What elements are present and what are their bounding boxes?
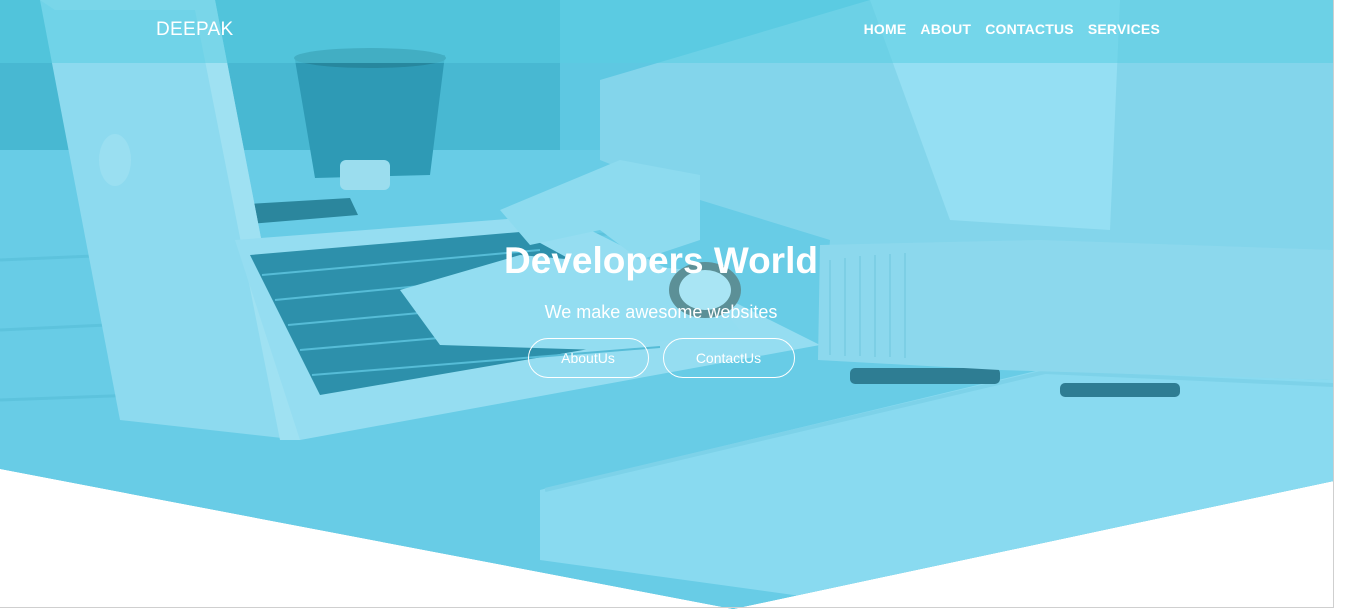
page: DEEPAK HOME ABOUT CONTACTUS SERVICES Dev… (0, 0, 1360, 609)
contact-us-button[interactable]: ContactUs (662, 338, 795, 378)
brand-logo[interactable]: DEEPAK (156, 19, 233, 41)
hero-buttons: AboutUs ContactUs (0, 338, 1322, 378)
about-us-button[interactable]: AboutUs (527, 338, 649, 378)
nav-links: HOME ABOUT CONTACTUS SERVICES (864, 21, 1160, 37)
hero-title: Developers World (504, 240, 818, 281)
navbar: DEEPAK HOME ABOUT CONTACTUS SERVICES (0, 0, 1333, 63)
nav-link-contactus[interactable]: CONTACTUS (985, 21, 1074, 37)
hero-content: Developers World We make awesome website… (0, 238, 1322, 378)
hero-subtitle: We make awesome websites (544, 302, 778, 322)
nav-link-about[interactable]: ABOUT (920, 21, 971, 37)
nav-link-services[interactable]: SERVICES (1088, 21, 1160, 37)
nav-link-home[interactable]: HOME (864, 21, 907, 37)
